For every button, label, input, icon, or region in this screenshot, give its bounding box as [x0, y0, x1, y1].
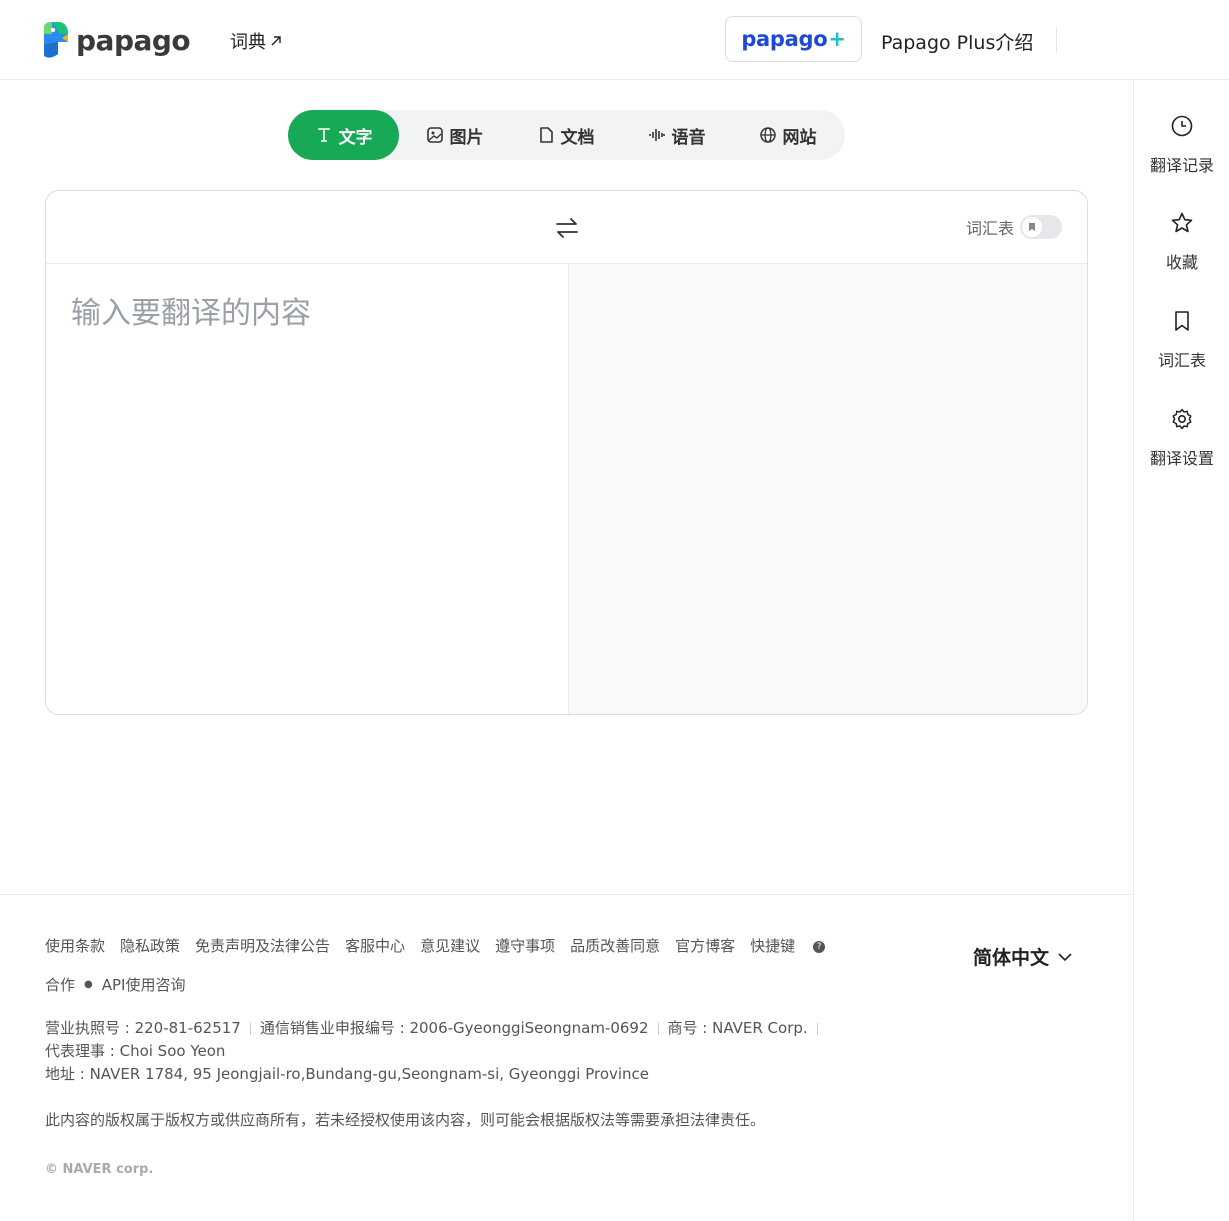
footer-link-api[interactable]: API使用咨询	[102, 974, 186, 995]
footer-link-disclaimer[interactable]: 免责声明及法律公告	[195, 935, 330, 956]
footer-link-shortcuts[interactable]: 快捷键?	[750, 935, 840, 956]
sidebar-item-label: 翻译设置	[1149, 449, 1214, 468]
sidebar-item-label: 收藏	[1165, 253, 1198, 272]
footer-link-compliance[interactable]: 遵守事项	[495, 935, 555, 956]
footer-link-shortcuts-label: 快捷键	[750, 937, 796, 955]
footer-link-feedback[interactable]: 意见建议	[420, 935, 480, 956]
footer-links-secondary: 合作 ● API使用咨询	[45, 974, 185, 995]
glossary-toggle[interactable]: 词汇表	[966, 215, 1062, 239]
footer-link-blog[interactable]: 官方博客	[675, 935, 735, 956]
tab-document-label: 文档	[560, 127, 595, 148]
sidebar-item-label: 词汇表	[1157, 351, 1206, 370]
sidebar-item-history[interactable]: 翻译记录	[1134, 114, 1229, 176]
separator-dot: ●	[84, 979, 93, 990]
swap-languages-icon[interactable]	[554, 215, 580, 241]
text-icon	[315, 126, 333, 144]
divider	[816, 1022, 818, 1035]
target-pane	[568, 264, 1087, 714]
source-pane	[46, 264, 568, 714]
translator-box: 词汇表	[45, 190, 1088, 715]
bookmark-icon	[1175, 311, 1189, 331]
footer-link-support[interactable]: 客服中心	[345, 935, 405, 956]
copyright-notice: 此内容的版权属于版权方或供应商所有，若未经授权使用该内容，则可能会根据版权法等需…	[45, 1111, 766, 1129]
papago-plus-logo-text: papago	[741, 27, 828, 51]
sidebar-item-label: 翻译记录	[1149, 156, 1214, 175]
sidebar-item-settings[interactable]: 翻译设置	[1134, 407, 1229, 469]
glossary-toggle-label: 词汇表	[965, 219, 1014, 238]
bookmark-small-icon	[1029, 223, 1035, 231]
header-divider	[1056, 28, 1057, 52]
footer-link-quality[interactable]: 品质改善同意	[570, 935, 660, 956]
papago-plus-intro-link[interactable]: Papago Plus介绍	[881, 28, 1033, 55]
telecom-registration: 通信销售业申报编号 : 2006-GyeonggiSeongnam-0692	[259, 1019, 649, 1037]
chevron-down-icon	[1058, 952, 1072, 961]
translator-toolbar: 词汇表	[46, 191, 1087, 264]
question-icon: ?	[813, 940, 826, 953]
corporate-info: 营业执照号 : 220-81-62517 通信销售业申报编号 : 2006-Gye…	[45, 1017, 827, 1086]
papago-plus-button[interactable]: papago +	[725, 16, 862, 62]
footer-link-partnership[interactable]: 合作	[45, 974, 75, 995]
address: 地址 : NAVER 1784, 95 Jeongjail-ro,Bundang…	[45, 1065, 650, 1083]
right-sidebar: 翻译记录 收藏 词汇表 翻译设置	[1133, 80, 1229, 1221]
footer-link-privacy[interactable]: 隐私政策	[120, 935, 180, 956]
mode-tabs: 文字 图片 文档 语音 网站	[288, 110, 845, 160]
footer-link-terms[interactable]: 使用条款	[45, 935, 105, 956]
language-select[interactable]: 简体中文	[973, 943, 1073, 970]
footer: 使用条款 隐私政策 免责声明及法律公告 客服中心 意见建议 遵守事项 品质改善同…	[0, 894, 1133, 1221]
clock-icon	[1171, 115, 1193, 137]
divider	[657, 1022, 659, 1035]
parrot-logo-icon	[44, 22, 68, 58]
glossary-switch-knob	[1022, 217, 1042, 237]
footer-links: 使用条款 隐私政策 免责声明及法律公告 客服中心 意见建议 遵守事项 品质改善同…	[45, 935, 855, 956]
papago-logo[interactable]: papago	[40, 20, 191, 60]
header: papago 词典 papago + Papago Plus介绍	[0, 0, 1229, 80]
gear-icon	[1172, 408, 1192, 430]
tab-website-label: 网站	[782, 127, 817, 148]
copyright-icon: ©	[45, 1162, 58, 1177]
logo-text: papago	[76, 23, 191, 57]
glossary-switch[interactable]	[1020, 215, 1062, 239]
source-text-input[interactable]	[46, 264, 568, 714]
language-select-label: 简体中文	[973, 947, 1050, 969]
naver-copyright: © NAVER corp.	[45, 1162, 153, 1177]
sidebar-item-favorites[interactable]: 收藏	[1134, 211, 1229, 273]
voice-icon	[648, 126, 666, 144]
trade-name: 商号 : NAVER Corp.	[667, 1019, 808, 1037]
divider	[249, 1022, 251, 1035]
external-arrow-icon	[271, 36, 281, 46]
dictionary-link-label: 词典	[230, 32, 266, 53]
tab-voice[interactable]: 语音	[621, 110, 732, 160]
image-icon	[426, 126, 444, 144]
ceo: 代表理事 : Choi Soo Yeon	[45, 1042, 226, 1060]
globe-icon	[759, 126, 777, 144]
dictionary-link[interactable]: 词典	[230, 28, 283, 54]
tab-image[interactable]: 图片	[399, 110, 510, 160]
tab-text[interactable]: 文字	[288, 110, 399, 160]
tab-voice-label: 语音	[671, 127, 706, 148]
tab-website[interactable]: 网站	[732, 110, 843, 160]
tab-text-label: 文字	[338, 127, 373, 148]
tab-document[interactable]: 文档	[510, 110, 621, 160]
papago-plus-sign: +	[828, 27, 846, 51]
sidebar-item-glossary[interactable]: 词汇表	[1134, 309, 1229, 371]
business-license: 营业执照号 : 220-81-62517	[45, 1019, 241, 1037]
star-icon	[1171, 212, 1193, 233]
document-icon	[537, 126, 555, 144]
naver-copyright-text: NAVER corp.	[62, 1162, 154, 1177]
tab-image-label: 图片	[449, 127, 484, 148]
